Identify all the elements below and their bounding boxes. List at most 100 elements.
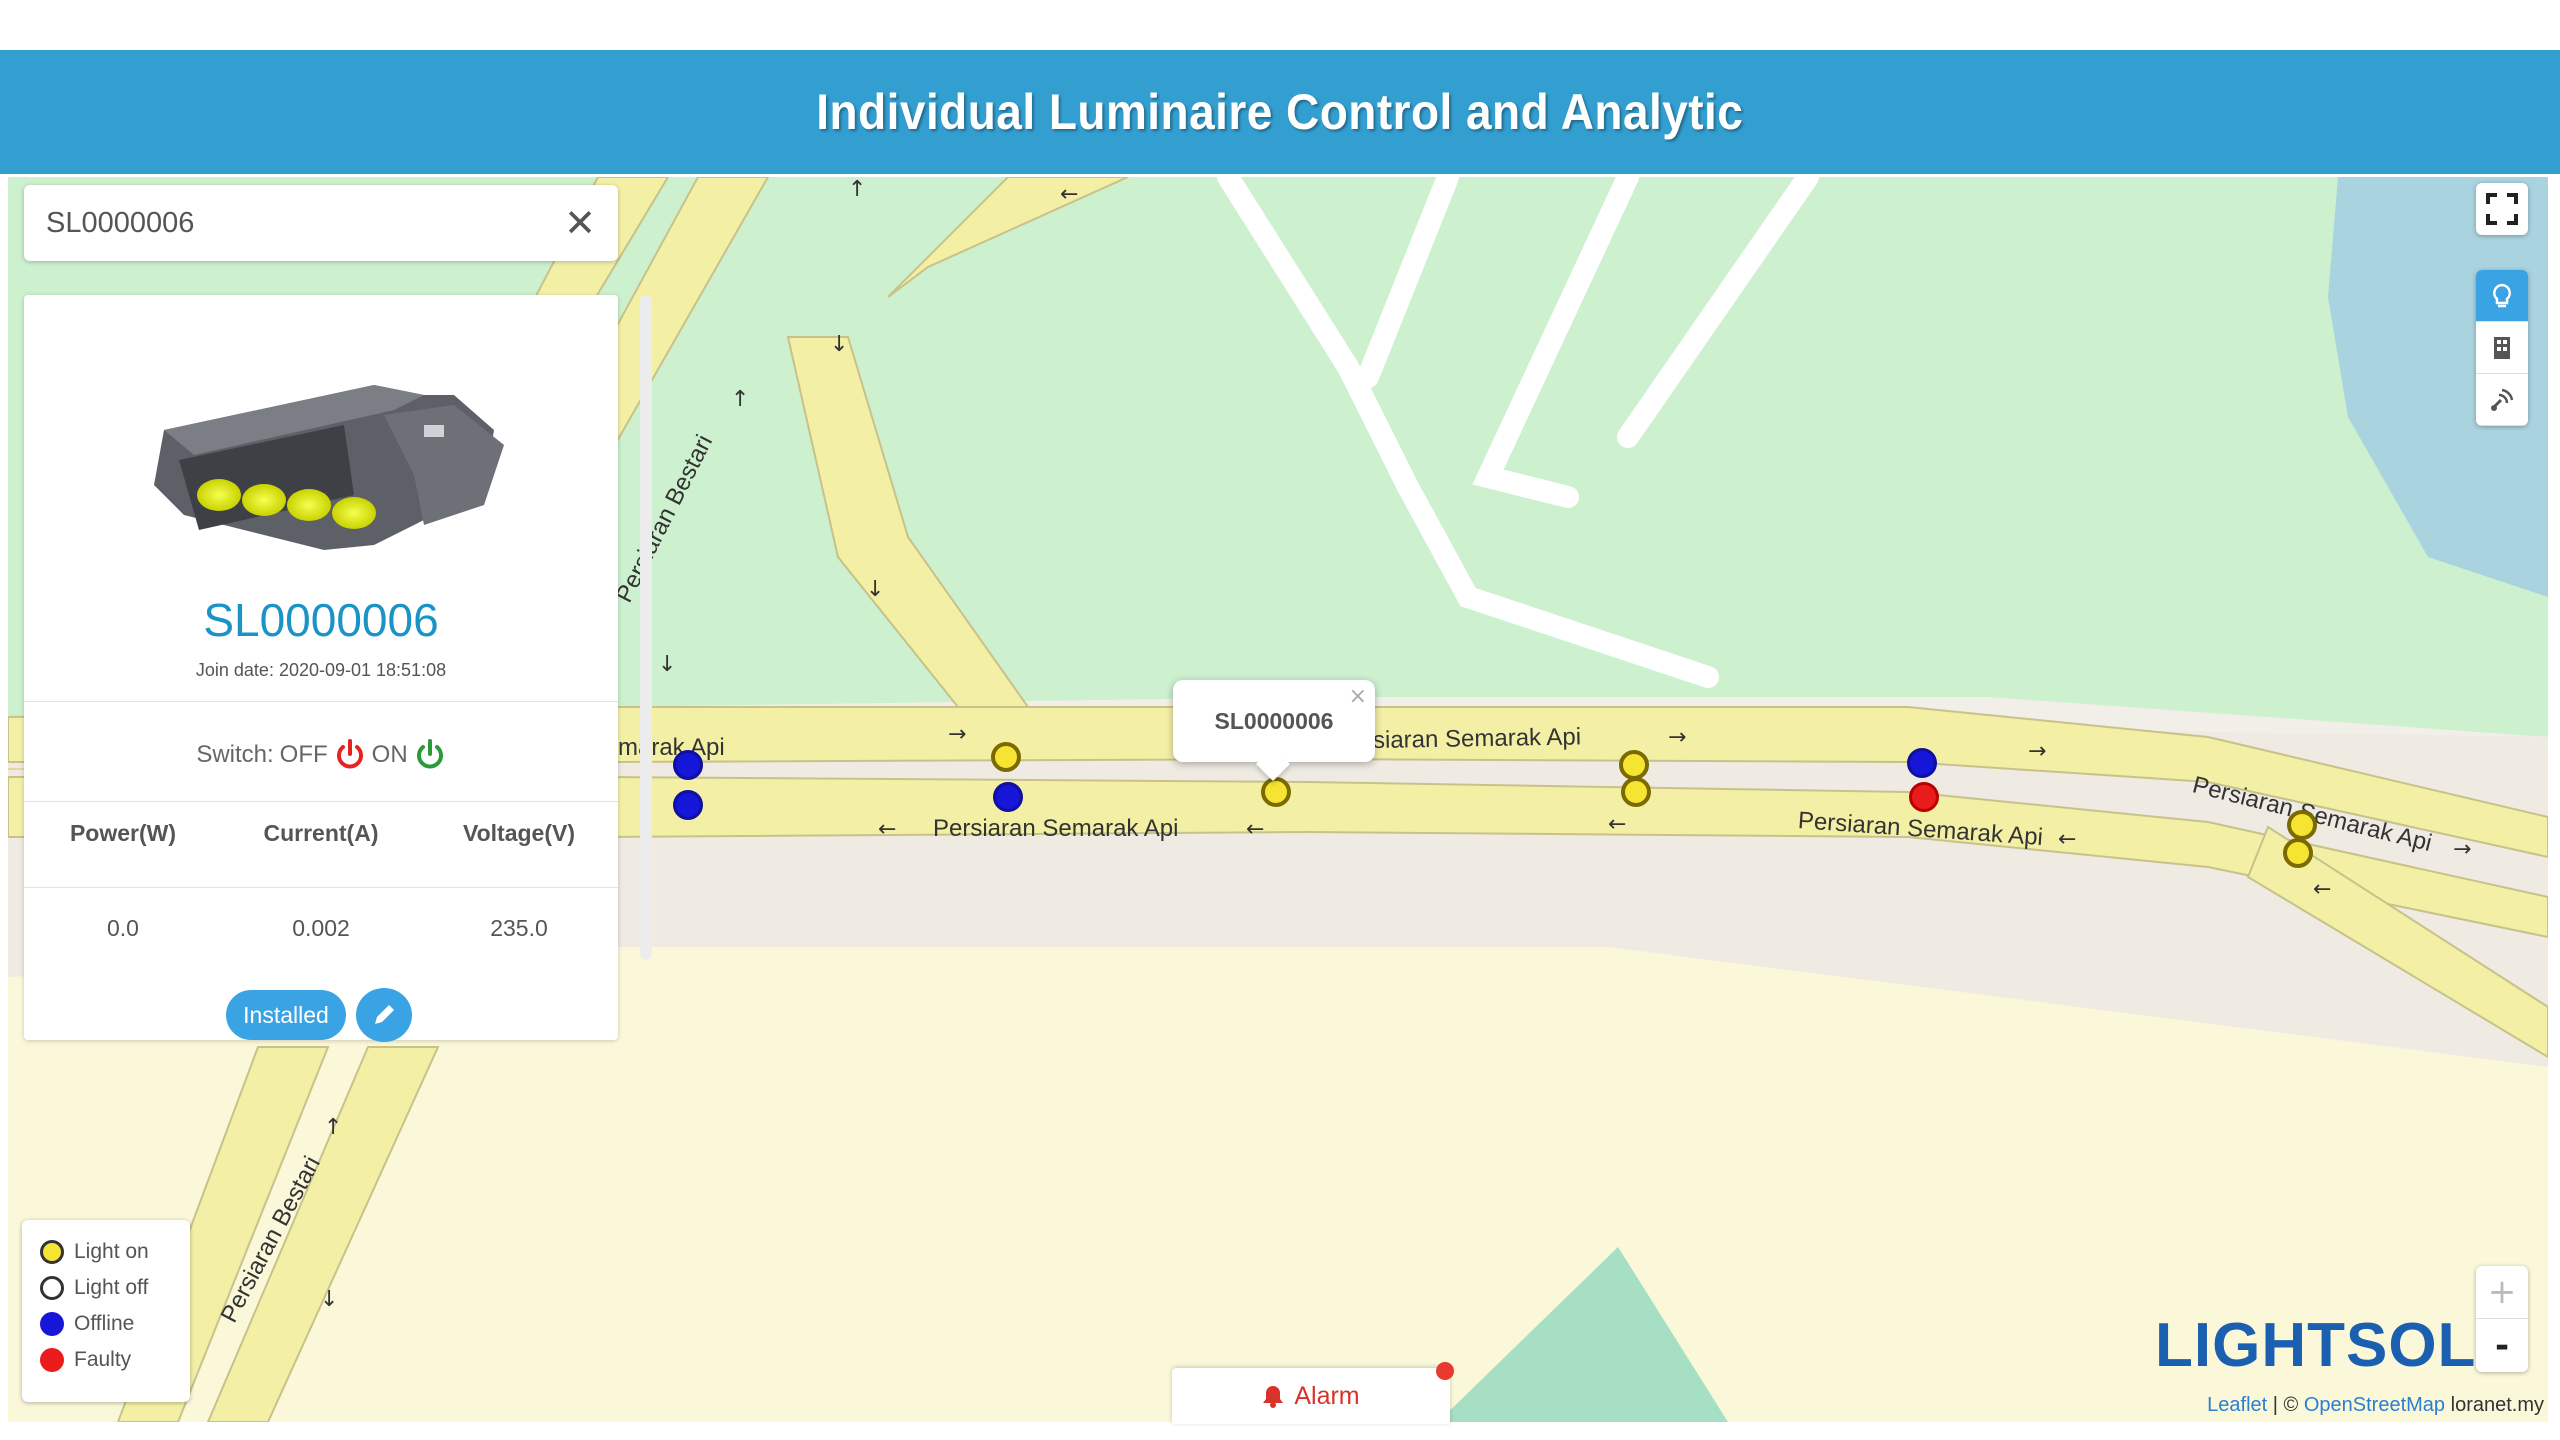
luminaire-marker[interactable] [1619, 750, 1649, 780]
fullscreen-icon [2486, 193, 2518, 225]
luminaire-marker[interactable] [2283, 838, 2313, 868]
metrics-header-power: Power(W) [69, 820, 177, 846]
arrow-left-icon: ← [1246, 817, 1265, 842]
popup-close-button[interactable]: × [1349, 684, 1367, 709]
osm-link[interactable]: OpenStreetMap [2304, 1394, 2445, 1416]
attribution-extra: loranet.my [2450, 1394, 2544, 1416]
power-on-icon[interactable] [414, 738, 446, 772]
arrow-left-icon: ← [2313, 877, 2332, 902]
device-title: SL0000006 [203, 594, 439, 646]
installed-status-button[interactable]: Installed [226, 990, 346, 1040]
faulty-dot-icon [40, 1348, 64, 1372]
arrow-down-icon: ↓ [830, 332, 849, 357]
power-off-icon[interactable] [334, 738, 366, 772]
layer-sensors-button[interactable] [2476, 374, 2528, 426]
arrow-right-icon: → [1668, 725, 1687, 750]
legend-item-faulty: Faulty [40, 1342, 172, 1378]
attribution-separator: | © [2272, 1394, 2299, 1416]
arrow-down-icon: ↓ [658, 652, 677, 677]
divider [24, 801, 618, 802]
arrow-up-icon: ↑ [848, 177, 867, 202]
page-title: Individual Luminaire Control and Analyti… [816, 84, 1744, 140]
divider [24, 701, 618, 702]
streetlight-image [154, 385, 504, 550]
arrow-right-icon: → [2028, 739, 2047, 764]
alarm-notification-dot [1436, 1362, 1454, 1380]
metrics-row: 0.0 0.002 235.0 [24, 915, 618, 942]
arrow-left-icon: ← [1060, 182, 1079, 207]
map-legend: Light on Light off Offline Faulty [22, 1220, 190, 1402]
switch-row: Switch: OFF ON [24, 715, 618, 795]
zoom-in-button[interactable]: + [2476, 1266, 2528, 1319]
arrow-left-icon: ← [1608, 812, 1627, 837]
arrow-right-icon: → [948, 722, 967, 747]
pencil-icon [375, 1005, 394, 1024]
arrow-left-icon: ← [2058, 827, 2077, 852]
switch-label: Switch: [196, 741, 274, 768]
metrics-header-voltage: Voltage(V) [462, 820, 576, 846]
divider [24, 887, 618, 888]
device-detail-panel: SL0000006 Join date: 2020-09-01 18:51:08… [24, 295, 618, 1042]
title-banner: Individual Luminaire Control and Analyti… [0, 50, 2560, 174]
street-label-semarak-center-bottom: Persiaran Semarak Api [933, 815, 1179, 842]
map-attribution: Leaflet | © OpenStreetMap loranet.my [2207, 1394, 2544, 1417]
arrow-up-icon: ↑ [324, 1115, 343, 1140]
alarm-label: Alarm [1294, 1381, 1360, 1410]
zoom-control: + - [2476, 1266, 2528, 1372]
panel-scrollbar[interactable] [640, 295, 652, 960]
luminaire-marker[interactable] [1909, 782, 1939, 812]
luminaire-marker[interactable] [673, 750, 703, 780]
leaflet-link[interactable]: Leaflet [2207, 1394, 2267, 1416]
building-icon [2494, 336, 2510, 359]
alarm-tab[interactable]: Alarm [1172, 1362, 1454, 1424]
fullscreen-button[interactable] [2476, 183, 2528, 235]
arrow-left-icon: ← [878, 817, 897, 842]
legend-label: Light on [74, 1240, 149, 1263]
street-label-semarak-center-top: siaran Semarak Api [1372, 723, 1582, 754]
marker-popup: SL0000006 × [1173, 680, 1375, 781]
arrow-up-icon: ↑ [731, 387, 750, 412]
layer-streetlights-button[interactable] [2476, 270, 2528, 322]
metric-voltage-value: 235.0 [490, 915, 548, 941]
light-on-dot-icon [40, 1240, 64, 1264]
luminaire-marker[interactable] [1621, 777, 1651, 807]
bell-icon [1263, 1386, 1284, 1408]
luminaire-marker[interactable] [673, 790, 703, 820]
metrics-header-current: Current(A) [263, 820, 379, 846]
legend-label: Faulty [74, 1348, 132, 1371]
luminaire-marker[interactable] [993, 782, 1023, 812]
layer-buildings-button[interactable] [2476, 322, 2528, 374]
metric-power-value: 0.0 [107, 915, 139, 941]
zoom-out-button[interactable]: - [2476, 1319, 2528, 1372]
metrics-header: Power(W) Current(A) Voltage(V) [24, 820, 618, 847]
lightsol-logo: LIGHTSOL [2155, 1311, 2477, 1380]
legend-label: Offline [74, 1312, 135, 1335]
legend-item-light-off: Light off [40, 1270, 172, 1306]
light-off-dot-icon [40, 1276, 64, 1300]
luminaire-marker[interactable] [2287, 810, 2317, 840]
sensor-icon [2491, 388, 2514, 411]
top-margin [0, 0, 2560, 50]
edit-button[interactable] [356, 988, 412, 1042]
arrow-right-icon: → [2453, 837, 2472, 862]
join-date: Join date: 2020-09-01 18:51:08 [195, 660, 447, 680]
switch-off-label: OFF [279, 741, 328, 768]
switch-on-label: ON [371, 741, 408, 768]
metric-current-value: 0.002 [292, 915, 350, 941]
luminaire-marker[interactable] [991, 742, 1021, 772]
search-input[interactable]: SL0000006 [46, 207, 564, 240]
offline-dot-icon [40, 1312, 64, 1336]
luminaire-marker[interactable] [1261, 777, 1291, 807]
legend-item-offline: Offline [40, 1306, 172, 1342]
close-icon[interactable]: ✕ [564, 204, 596, 242]
luminaire-marker[interactable] [1907, 748, 1937, 778]
legend-item-light-on: Light on [40, 1234, 172, 1270]
popup-title: SL0000006 [1214, 707, 1334, 734]
lightbulb-icon [2493, 283, 2511, 307]
legend-label: Light off [74, 1276, 149, 1299]
arrow-down-icon: ↓ [866, 577, 885, 602]
arrow-down-icon: ↓ [320, 1287, 339, 1312]
layer-toggle-bar [2476, 270, 2528, 426]
search-box[interactable]: SL0000006 ✕ [24, 185, 618, 261]
street-label-semarak-left: marak Api [618, 734, 725, 761]
